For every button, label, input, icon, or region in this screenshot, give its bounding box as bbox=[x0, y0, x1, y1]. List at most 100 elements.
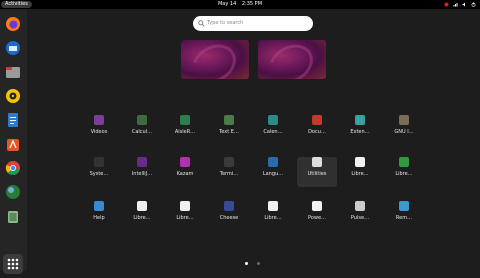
app-tile[interactable]: Libre… bbox=[384, 157, 424, 187]
network-icon[interactable] bbox=[453, 2, 458, 7]
top-bar: Activities May 14 2:35 PM bbox=[0, 0, 480, 9]
globe-icon bbox=[6, 185, 20, 199]
search-placeholder: Type to search bbox=[207, 20, 244, 26]
app-tile[interactable]: Libre… bbox=[340, 157, 380, 187]
videos-icon bbox=[94, 115, 104, 125]
workspace-thumbnail-1[interactable] bbox=[181, 40, 249, 79]
notification-icon[interactable] bbox=[444, 2, 449, 7]
app-center-icon bbox=[7, 139, 19, 151]
app-tile[interactable]: Libre… bbox=[253, 201, 293, 231]
app-tile[interactable]: Libre… bbox=[122, 201, 162, 231]
remmina-icon bbox=[399, 201, 409, 211]
app-tile[interactable]: AisleR… bbox=[165, 115, 205, 145]
app-label: Libre… bbox=[264, 215, 282, 221]
app-tile[interactable]: Utilities bbox=[297, 157, 337, 187]
app-label: IntelliJ… bbox=[131, 171, 153, 177]
utilities-icon bbox=[312, 157, 322, 167]
clock[interactable]: May 14 2:35 PM bbox=[0, 0, 480, 9]
app-label: Libre… bbox=[133, 215, 151, 221]
app-tile[interactable]: IntelliJ… bbox=[122, 157, 162, 187]
dock-trash[interactable] bbox=[4, 207, 22, 225]
app-label: Text E… bbox=[219, 129, 239, 135]
libreoffice-writer-icon bbox=[180, 201, 190, 211]
app-label: Libre… bbox=[351, 171, 369, 177]
system-tray[interactable] bbox=[444, 0, 476, 9]
app-tile[interactable]: Exten… bbox=[340, 115, 380, 145]
app-tile[interactable]: Termi… bbox=[209, 157, 249, 187]
app-label: Powe… bbox=[307, 215, 327, 221]
app-tile[interactable]: Calcul… bbox=[122, 115, 162, 145]
dock-rhythmbox[interactable] bbox=[4, 87, 22, 105]
trash-icon bbox=[8, 211, 18, 223]
app-tile[interactable]: GNU I… bbox=[384, 115, 424, 145]
kazam-icon bbox=[180, 157, 190, 167]
terminal-icon bbox=[224, 157, 234, 167]
volume-icon[interactable] bbox=[462, 2, 467, 7]
calendar-icon bbox=[268, 115, 278, 125]
dock-network-app[interactable] bbox=[4, 183, 22, 201]
app-tile[interactable]: Kazam bbox=[165, 157, 205, 187]
app-label: Syste… bbox=[89, 171, 109, 177]
app-tile[interactable]: Libre… bbox=[165, 201, 205, 231]
workspace-thumbnail-2[interactable] bbox=[258, 40, 326, 79]
chrome-icon bbox=[5, 161, 20, 175]
app-label: Videos bbox=[90, 129, 108, 135]
app-tile[interactable]: Langu… bbox=[253, 157, 293, 187]
language-support-icon bbox=[268, 157, 278, 167]
page-indicator-2[interactable] bbox=[257, 262, 260, 265]
extensions-icon bbox=[355, 115, 365, 125]
app-tile[interactable]: Syste… bbox=[79, 157, 119, 187]
power-icon[interactable] bbox=[471, 2, 476, 7]
dock-app-center[interactable] bbox=[4, 135, 22, 153]
firefox-icon bbox=[6, 17, 20, 31]
libreoffice-impress-icon bbox=[268, 201, 278, 211]
libreoffice-icon bbox=[355, 157, 365, 167]
app-label: Rem… bbox=[395, 215, 413, 221]
app-label: Calcul… bbox=[131, 129, 153, 135]
app-label: GNU I… bbox=[394, 129, 414, 135]
libreoffice-calc-icon bbox=[399, 157, 409, 167]
app-tile[interactable]: Help bbox=[79, 201, 119, 231]
cheese-icon bbox=[224, 201, 234, 211]
app-tile[interactable]: Pulse… bbox=[340, 201, 380, 231]
app-label: Termi… bbox=[219, 171, 239, 177]
app-tile[interactable]: Powe… bbox=[297, 201, 337, 231]
page-indicator-1[interactable] bbox=[245, 262, 248, 265]
app-label: AisleR… bbox=[174, 129, 196, 135]
app-label: Help bbox=[93, 215, 105, 221]
rhythmbox-icon bbox=[6, 89, 20, 103]
dock-chrome[interactable] bbox=[4, 159, 22, 177]
app-label: Langu… bbox=[262, 171, 284, 177]
document-viewer-icon bbox=[312, 115, 322, 125]
dock-libreoffice-writer[interactable] bbox=[4, 111, 22, 129]
gnu-image-icon bbox=[399, 115, 409, 125]
clock-time: 2:35 PM bbox=[241, 1, 263, 7]
app-label: Libre… bbox=[395, 171, 413, 177]
app-tile[interactable]: Text E… bbox=[209, 115, 249, 145]
show-apps-button[interactable] bbox=[3, 254, 23, 274]
app-label: Kazam bbox=[176, 171, 194, 177]
files-icon bbox=[6, 67, 20, 78]
app-tile[interactable]: Calen… bbox=[253, 115, 293, 145]
app-label: Utilities bbox=[307, 171, 327, 177]
app-label: Cheese bbox=[219, 215, 239, 221]
power-statistics-icon bbox=[312, 201, 322, 211]
app-tile[interactable]: Cheese bbox=[209, 201, 249, 231]
app-label: Calen… bbox=[263, 129, 283, 135]
app-tile[interactable]: Docu… bbox=[297, 115, 337, 145]
calculator-icon bbox=[137, 115, 147, 125]
libreoffice-writer-icon bbox=[8, 113, 18, 127]
dock-files[interactable] bbox=[4, 63, 22, 81]
aisleriot-icon bbox=[180, 115, 190, 125]
app-tile[interactable]: Rem… bbox=[384, 201, 424, 231]
search-field[interactable]: Type to search bbox=[193, 16, 313, 31]
app-label: Docu… bbox=[308, 129, 326, 135]
search-icon bbox=[198, 20, 205, 27]
help-icon bbox=[94, 201, 104, 211]
dock-firefox[interactable] bbox=[4, 15, 22, 33]
dock bbox=[0, 9, 27, 274]
grid-icon bbox=[7, 258, 19, 270]
app-tile[interactable]: Videos bbox=[79, 115, 119, 145]
dock-thunderbird[interactable] bbox=[4, 39, 22, 57]
pulseaudio-icon bbox=[355, 201, 365, 211]
